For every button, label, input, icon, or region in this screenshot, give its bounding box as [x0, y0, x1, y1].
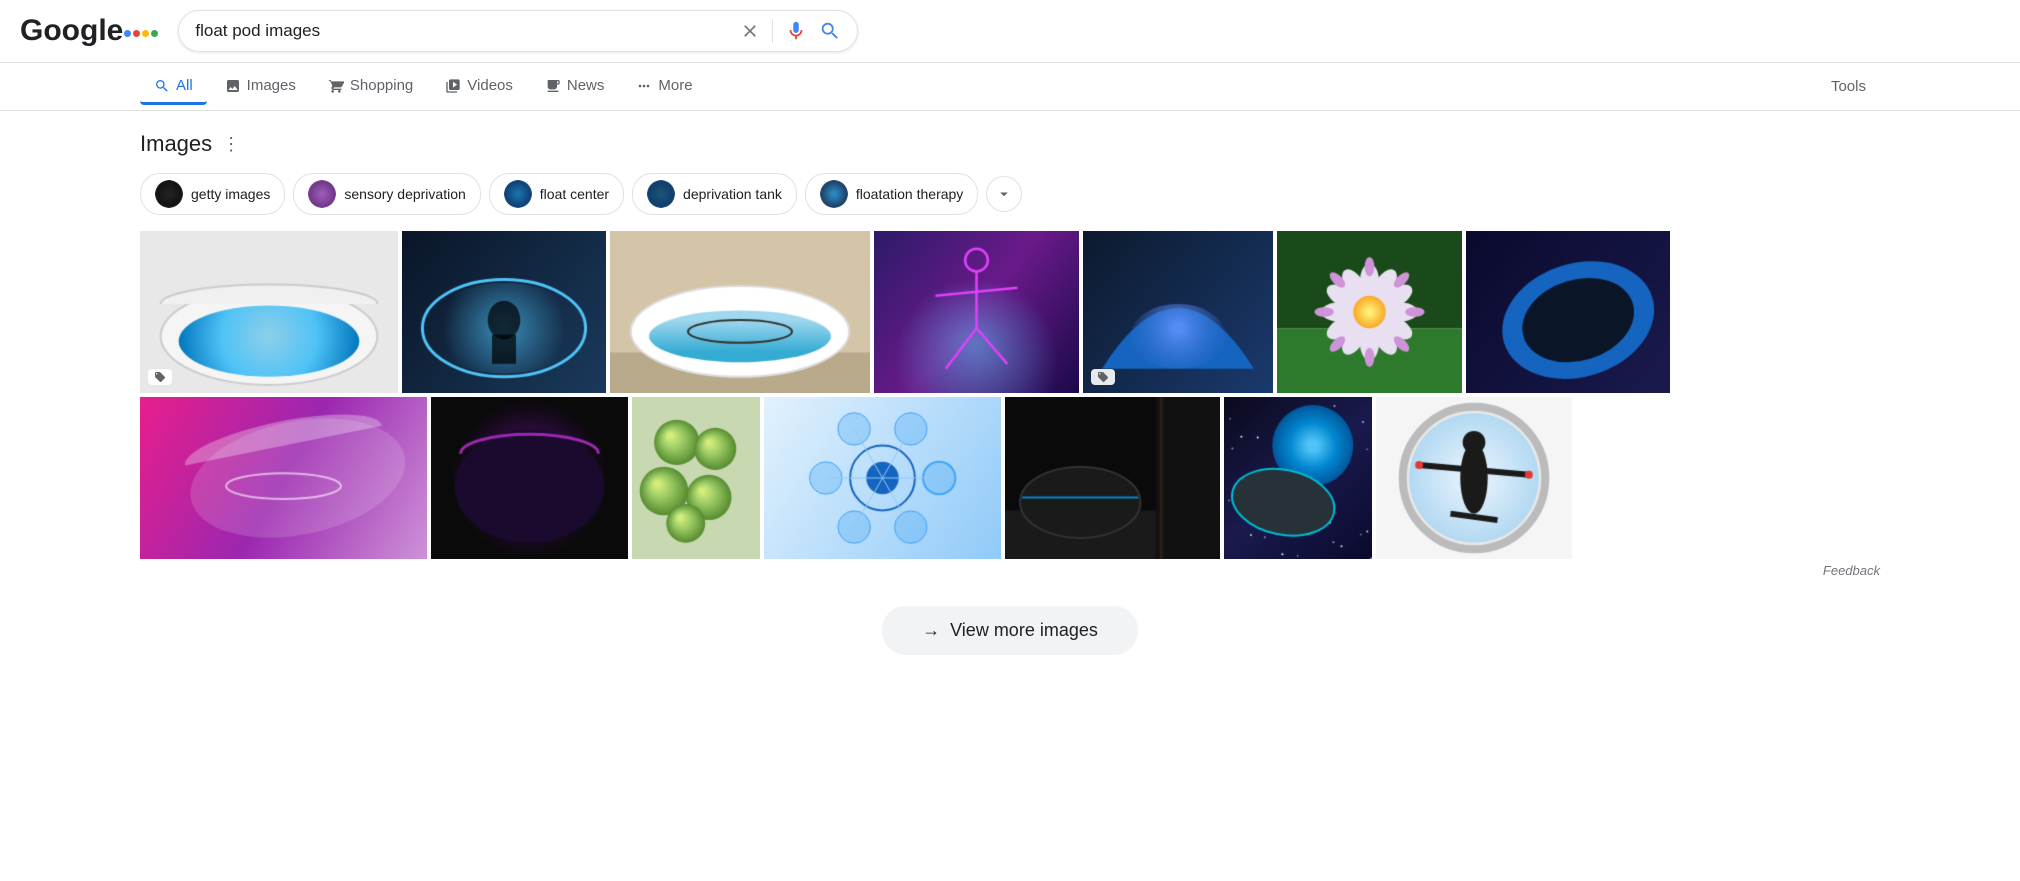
image-pink-pod — [140, 397, 427, 559]
tab-videos-label: Videos — [467, 77, 513, 94]
search-input[interactable] — [195, 21, 730, 41]
image-person-pod-top — [1376, 397, 1572, 559]
images-title: Images — [140, 131, 212, 157]
image-green-balls — [632, 397, 760, 559]
section-more-button[interactable]: ⋮ — [222, 134, 240, 155]
chip-sensory-label: sensory deprivation — [344, 186, 465, 202]
chip-deprivation-label: deprivation tank — [683, 186, 782, 202]
clear-button[interactable] — [740, 21, 760, 41]
voice-search-button[interactable] — [785, 20, 807, 42]
image-cell-2-6[interactable] — [1224, 397, 1372, 559]
filter-chips: getty images sensory deprivation float c… — [140, 173, 1880, 215]
shopping-icon — [328, 78, 344, 94]
images-section-header: Images ⋮ — [140, 131, 1880, 157]
chip-sensory-deprivation[interactable]: sensory deprivation — [293, 173, 480, 215]
view-more-button[interactable]: → View more images — [882, 606, 1138, 655]
more-dots-icon — [636, 78, 652, 94]
tab-images[interactable]: Images — [211, 69, 310, 105]
image-cell-1-4[interactable] — [874, 231, 1079, 393]
search-icons — [740, 19, 841, 43]
main-content: Images ⋮ getty images sensory deprivatio… — [0, 111, 2020, 695]
close-icon — [740, 21, 760, 41]
view-more-section: → View more images — [140, 606, 1880, 655]
image-cell-2-5[interactable] — [1005, 397, 1220, 559]
image-cell-1-1[interactable] — [140, 231, 398, 393]
image-row-2 — [140, 397, 1880, 559]
chip-float-label: float center — [540, 186, 609, 202]
news-icon — [545, 78, 561, 94]
chip-floatation-label: floatation therapy — [856, 186, 963, 202]
divider — [772, 19, 773, 43]
image-cell-2-4[interactable] — [764, 397, 1001, 559]
tab-more-label: More — [658, 77, 692, 94]
chip-getty-images[interactable]: getty images — [140, 173, 285, 215]
image-cell-2-7[interactable] — [1376, 397, 1572, 559]
chip-float-thumb — [504, 180, 532, 208]
chip-floatation-thumb — [820, 180, 848, 208]
tab-more[interactable]: More — [622, 69, 706, 105]
tab-images-label: Images — [247, 77, 296, 94]
image-cell-2-3[interactable] — [632, 397, 760, 559]
search-bar — [178, 10, 858, 52]
chips-expand-button[interactable] — [986, 176, 1022, 212]
tab-videos[interactable]: Videos — [431, 69, 527, 105]
tag-badge-2 — [1091, 369, 1115, 385]
chip-getty-thumb — [155, 180, 183, 208]
image-person-floating — [610, 231, 870, 393]
tab-all[interactable]: All — [140, 69, 207, 105]
mic-icon — [785, 20, 807, 42]
image-cell-1-5[interactable] — [1083, 231, 1273, 393]
tab-shopping[interactable]: Shopping — [314, 69, 427, 105]
chip-float-center[interactable]: float center — [489, 173, 624, 215]
nav-tabs: All Images Shopping Videos News More Too… — [0, 63, 2020, 111]
image-purple-dancer — [874, 231, 1079, 393]
images-icon — [225, 78, 241, 94]
image-cell-1-3[interactable] — [610, 231, 870, 393]
image-silhouette-pod — [402, 231, 606, 393]
chip-sensory-thumb — [308, 180, 336, 208]
all-icon — [154, 78, 170, 94]
chevron-down-icon — [995, 185, 1013, 203]
search-icon — [819, 20, 841, 42]
tab-all-label: All — [176, 77, 193, 94]
logo-dots — [124, 30, 158, 37]
image-lotus-flower — [1277, 231, 1462, 393]
tab-shopping-label: Shopping — [350, 77, 413, 94]
search-button[interactable] — [819, 20, 841, 42]
image-cell-1-6[interactable] — [1277, 231, 1462, 393]
image-space-pod — [1224, 397, 1372, 559]
tab-news[interactable]: News — [531, 69, 619, 105]
chip-getty-label: getty images — [191, 186, 270, 202]
header: G o o g l e — [0, 0, 2020, 63]
chip-deprivation-tank[interactable]: deprivation tank — [632, 173, 797, 215]
image-cell-2-2[interactable] — [431, 397, 628, 559]
image-dark-pod-2 — [431, 397, 628, 559]
chip-floatation-therapy[interactable]: floatation therapy — [805, 173, 978, 215]
tag-icon — [1097, 371, 1109, 383]
image-float-pod-open — [140, 231, 398, 393]
image-cell-1-7[interactable] — [1466, 231, 1670, 393]
tab-news-label: News — [567, 77, 605, 94]
image-dark-room-pod — [1005, 397, 1220, 559]
videos-icon — [445, 78, 461, 94]
view-more-label: View more images — [950, 620, 1098, 641]
view-more-arrow: → — [922, 620, 940, 641]
image-row-1 — [140, 231, 1880, 393]
chip-deprivation-thumb — [647, 180, 675, 208]
google-logo[interactable]: G o o g l e — [20, 16, 158, 46]
tag-badge-1 — [148, 369, 172, 385]
image-dark-pod — [1466, 231, 1670, 393]
image-cell-1-2[interactable] — [402, 231, 606, 393]
feedback-link[interactable]: Feedback — [1823, 563, 1880, 578]
image-cell-2-1[interactable] — [140, 397, 427, 559]
feedback-row: Feedback — [140, 563, 1880, 578]
tools-button[interactable]: Tools — [1817, 70, 1880, 103]
tag-icon — [154, 371, 166, 383]
image-infographic — [764, 397, 1001, 559]
